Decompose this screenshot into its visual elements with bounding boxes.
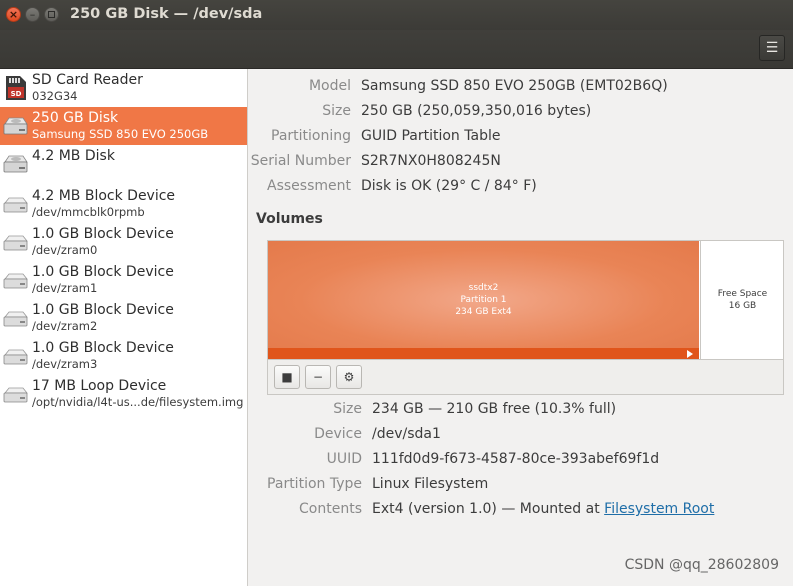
vol-contents-label: Contents: [299, 501, 362, 517]
partition-1-block[interactable]: ssdtx2 Partition 1 234 GB Ext4: [268, 241, 699, 348]
device-subtitle: /dev/zram1: [32, 281, 98, 295]
vol-type-row: Partition Type: [0, 476, 362, 496]
assessment-label: Assessment: [267, 178, 351, 194]
serial-row: Serial Number: [0, 153, 351, 173]
partition-size-type: 234 GB Ext4: [455, 307, 512, 317]
block-device-icon: [3, 273, 28, 289]
vol-size-value: 234 GB — 210 GB free (10.3% full): [372, 401, 617, 417]
free-space-block[interactable]: Free Space 16 GB: [700, 241, 784, 359]
vol-type-value: Linux Filesystem: [372, 476, 489, 492]
device-item-zram1[interactable]: 1.0 GB Block Device /dev/zram1: [0, 261, 247, 299]
hamburger-icon: ☰: [765, 40, 779, 56]
device-subtitle: /dev/zram3: [32, 357, 98, 371]
menu-button[interactable]: ☰: [759, 35, 785, 61]
filesystem-root-link[interactable]: Filesystem Root: [604, 501, 714, 517]
free-space-size: 16 GB: [728, 301, 757, 311]
volume-map: ssdtx2 Partition 1 234 GB Ext4 Free Spac…: [267, 240, 784, 360]
window-title: 250 GB Disk — /dev/sda: [70, 6, 263, 22]
device-subtitle: /dev/zram2: [32, 319, 98, 333]
vol-uuid-row: UUID: [0, 451, 362, 471]
watermark: CSDN @qq_28602809: [624, 557, 779, 573]
volumes-heading: Volumes: [256, 211, 323, 227]
stop-icon: ■: [281, 370, 293, 384]
partitioning-row: Partitioning: [0, 128, 351, 148]
assessment-row: Assessment: [0, 178, 351, 198]
device-name: 1.0 GB Block Device: [32, 226, 174, 242]
vol-uuid-value: 111fd0d9-f673-4587-80ce-393abef69f1d: [372, 451, 660, 467]
free-space-label: Free Space: [717, 289, 768, 299]
maximize-window-icon[interactable]: [44, 7, 59, 22]
header-bar: ☰: [0, 30, 793, 69]
serial-value: S2R7NX0H808245N: [361, 153, 501, 169]
block-device-icon: [3, 235, 28, 251]
vol-contents-row: Contents: [0, 501, 362, 521]
vol-contents-value: Ext4 (version 1.0) — Mounted at Filesyst…: [372, 501, 714, 517]
partition-number: Partition 1: [460, 295, 507, 305]
size-row: Size: [0, 103, 351, 123]
partition-label: ssdtx2: [468, 283, 499, 293]
serial-label: Serial Number: [250, 153, 351, 169]
device-name: 1.0 GB Block Device: [32, 264, 174, 280]
model-label: Model: [308, 78, 351, 94]
model-row: Model: [0, 78, 351, 98]
minus-icon: −: [312, 370, 324, 384]
model-value: Samsung SSD 850 EVO 250GB (EMT02B6Q): [361, 78, 668, 94]
unmount-button[interactable]: ■: [274, 365, 300, 389]
device-item-zram3[interactable]: 1.0 GB Block Device /dev/zram3: [0, 337, 247, 375]
block-device-icon: [3, 311, 28, 327]
vol-size-label: Size: [333, 401, 362, 417]
play-triangle-icon: [687, 350, 693, 358]
device-name: 1.0 GB Block Device: [32, 340, 174, 356]
vol-uuid-label: UUID: [326, 451, 362, 467]
volume-toolbar: ■ − ⚙: [267, 360, 784, 395]
close-window-icon[interactable]: ×: [6, 7, 21, 22]
device-item-zram2[interactable]: 1.0 GB Block Device /dev/zram2: [0, 299, 247, 337]
device-name: 17 MB Loop Device: [32, 378, 167, 394]
device-item-zram0[interactable]: 1.0 GB Block Device /dev/zram0: [0, 223, 247, 261]
title-bar: × – 250 GB Disk — /dev/sda: [0, 0, 793, 30]
vol-device-row: Device: [0, 426, 362, 446]
vol-size-row: Size: [0, 401, 362, 421]
partitioning-label: Partitioning: [271, 128, 351, 144]
partition-1-usage-bar[interactable]: [268, 348, 699, 359]
vol-type-label: Partition Type: [267, 476, 362, 492]
partition-options-button[interactable]: ⚙: [336, 365, 362, 389]
vol-device-value: /dev/sda1: [372, 426, 441, 442]
device-name: 1.0 GB Block Device: [32, 302, 174, 318]
minimize-window-icon[interactable]: –: [25, 7, 40, 22]
size-label: Size: [322, 103, 351, 119]
vol-device-label: Device: [314, 426, 362, 442]
block-device-icon: [3, 349, 28, 365]
delete-partition-button[interactable]: −: [305, 365, 331, 389]
device-subtitle: /dev/mmcblk0rpmb: [32, 205, 145, 219]
contents-text: Ext4 (version 1.0) — Mounted at: [372, 501, 605, 517]
partitioning-value: GUID Partition Table: [361, 128, 501, 144]
size-value: 250 GB (250,059,350,016 bytes): [361, 103, 592, 119]
gear-icon: ⚙: [343, 370, 355, 384]
device-subtitle: /dev/zram0: [32, 243, 98, 257]
assessment-value: Disk is OK (29° C / 84° F): [361, 178, 537, 194]
